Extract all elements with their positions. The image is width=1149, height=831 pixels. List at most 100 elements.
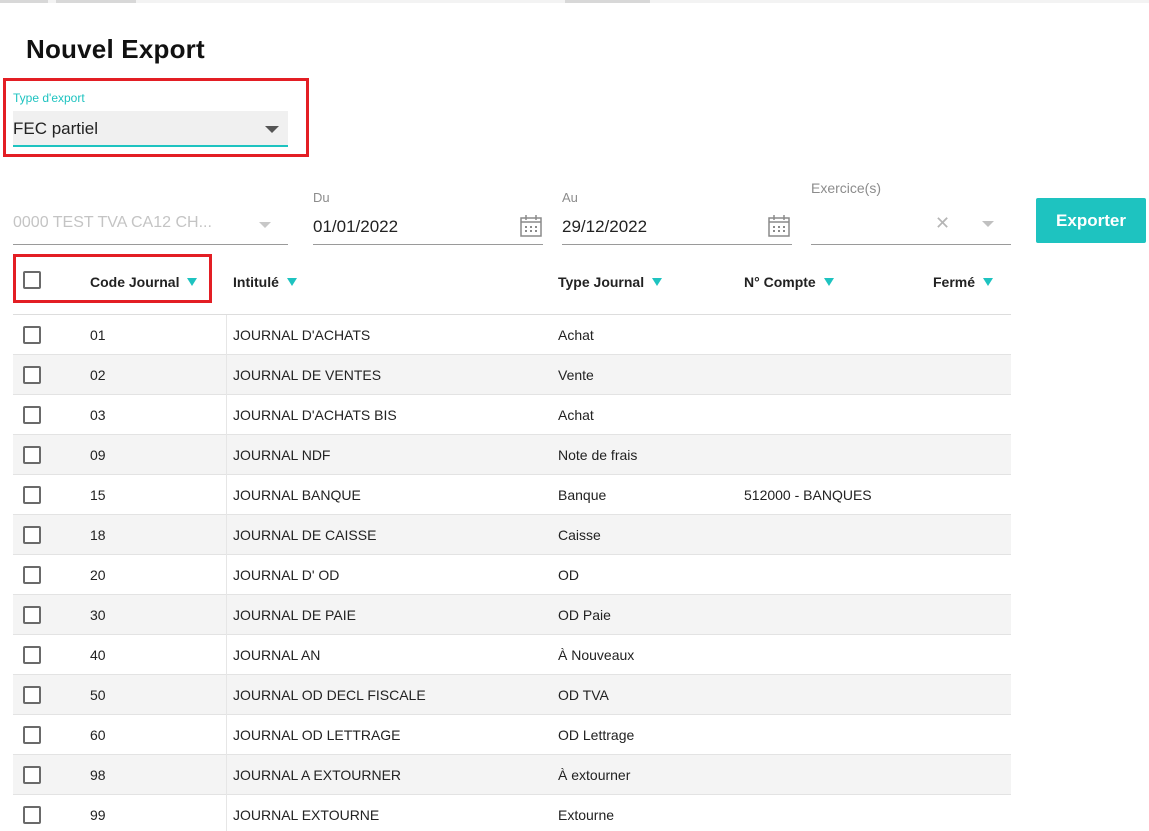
sort-down-icon[interactable] xyxy=(286,278,297,286)
cell-type-journal: Extourne xyxy=(558,807,615,823)
sort-down-icon[interactable] xyxy=(652,278,663,286)
cell-intitule: JOURNAL DE CAISSE xyxy=(233,527,377,543)
row-checkbox[interactable] xyxy=(23,606,41,624)
column-header-numero-compte[interactable]: N° Compte xyxy=(744,274,834,290)
cell-numero-compte: 512000 - BANQUES xyxy=(744,487,872,503)
column-header-label: Type Journal xyxy=(558,274,645,290)
table-row[interactable]: 98 JOURNAL A EXTOURNER À extourner xyxy=(13,755,1011,795)
column-divider xyxy=(226,795,227,831)
cell-code-journal: 20 xyxy=(90,567,106,583)
export-type-value: FEC partiel xyxy=(13,119,99,138)
column-divider xyxy=(226,635,227,675)
calendar-icon[interactable] xyxy=(767,214,791,238)
date-from-field[interactable]: Du 01/01/2022 xyxy=(313,188,543,245)
cell-type-journal: OD Lettrage xyxy=(558,727,635,743)
cell-intitule: JOURNAL OD LETTRAGE xyxy=(233,727,401,743)
export-button[interactable]: Exporter xyxy=(1036,198,1146,243)
chevron-down-icon[interactable] xyxy=(982,221,994,227)
cell-intitule: JOURNAL NDF xyxy=(233,447,331,463)
table-row[interactable]: 20 JOURNAL D' OD OD xyxy=(13,555,1011,595)
table-row[interactable]: 15 JOURNAL BANQUE Banque 512000 - BANQUES xyxy=(13,475,1011,515)
calendar-icon[interactable] xyxy=(519,214,543,238)
cell-intitule: JOURNAL DE VENTES xyxy=(233,367,382,383)
cell-code-journal: 18 xyxy=(90,527,106,543)
cell-type-journal: Banque xyxy=(558,487,607,503)
cell-code-journal: 02 xyxy=(90,367,106,383)
row-checkbox[interactable] xyxy=(23,486,41,504)
cell-intitule: JOURNAL BANQUE xyxy=(233,487,361,503)
table-row[interactable]: 02 JOURNAL DE VENTES Vente xyxy=(13,355,1011,395)
cell-type-journal: Vente xyxy=(558,367,594,383)
table-header: Code Journal Intitulé Type Journal N° Co… xyxy=(13,259,1011,315)
column-header-intitule[interactable]: Intitulé xyxy=(233,274,297,290)
row-checkbox[interactable] xyxy=(23,766,41,784)
row-checkbox[interactable] xyxy=(23,446,41,464)
date-from-label: Du xyxy=(313,190,330,205)
cell-intitule: JOURNAL D'ACHATS BIS xyxy=(233,407,397,423)
column-header-label: Code Journal xyxy=(90,274,180,290)
column-divider xyxy=(226,475,227,515)
column-divider xyxy=(226,315,227,355)
date-to-field[interactable]: Au 29/12/2022 xyxy=(562,188,792,245)
cell-code-journal: 03 xyxy=(90,407,106,423)
dossier-select[interactable]: 0000 TEST TVA CA12 CH... xyxy=(13,205,288,245)
clear-icon[interactable]: ✕ xyxy=(935,213,950,234)
cell-code-journal: 30 xyxy=(90,607,106,623)
table-row[interactable]: 03 JOURNAL D'ACHATS BIS Achat xyxy=(13,395,1011,435)
table-row[interactable]: 50 JOURNAL OD DECL FISCALE OD TVA xyxy=(13,675,1011,715)
column-divider xyxy=(226,395,227,435)
chevron-down-icon xyxy=(259,222,271,228)
column-header-label: N° Compte xyxy=(744,274,816,290)
cell-code-journal: 09 xyxy=(90,447,106,463)
cell-type-journal: À Nouveaux xyxy=(558,647,635,663)
sort-down-icon[interactable] xyxy=(823,278,834,286)
cell-code-journal: 01 xyxy=(90,327,106,343)
column-divider xyxy=(226,755,227,795)
row-checkbox[interactable] xyxy=(23,806,41,824)
page-title: Nouvel Export xyxy=(26,34,205,64)
row-checkbox[interactable] xyxy=(23,406,41,424)
table-row[interactable]: 99 JOURNAL EXTOURNE Extourne xyxy=(13,795,1011,831)
row-checkbox[interactable] xyxy=(23,726,41,744)
cell-type-journal: OD TVA xyxy=(558,687,609,703)
sort-down-icon[interactable] xyxy=(187,278,198,286)
column-divider xyxy=(226,675,227,715)
cell-type-journal: Achat xyxy=(558,327,594,343)
top-tab-bar xyxy=(0,0,1149,3)
chevron-down-icon xyxy=(265,126,279,133)
column-divider xyxy=(226,715,227,755)
row-checkbox[interactable] xyxy=(23,686,41,704)
row-checkbox[interactable] xyxy=(23,366,41,384)
journal-table: Code Journal Intitulé Type Journal N° Co… xyxy=(13,259,1011,831)
table-row[interactable]: 30 JOURNAL DE PAIE OD Paie xyxy=(13,595,1011,635)
column-header-label: Fermé xyxy=(933,274,976,290)
cell-type-journal: OD Paie xyxy=(558,607,611,623)
sort-down-icon[interactable] xyxy=(983,278,994,286)
column-header-ferme[interactable]: Fermé xyxy=(933,274,994,290)
table-body: 01 JOURNAL D'ACHATS Achat 02 JOURNAL DE VENT… xyxy=(13,315,1011,831)
date-to-label: Au xyxy=(562,190,578,205)
export-type-select[interactable]: Type d'export FEC partiel xyxy=(13,91,288,148)
row-checkbox[interactable] xyxy=(23,646,41,664)
table-row[interactable]: 40 JOURNAL AN À Nouveaux xyxy=(13,635,1011,675)
column-header-code-journal[interactable]: Code Journal xyxy=(90,274,198,290)
cell-code-journal: 60 xyxy=(90,727,106,743)
select-all-checkbox[interactable] xyxy=(23,271,41,289)
table-row[interactable]: 18 JOURNAL DE CAISSE Caisse xyxy=(13,515,1011,555)
table-row[interactable]: 09 JOURNAL NDF Note de frais xyxy=(13,435,1011,475)
column-divider xyxy=(226,515,227,555)
exercises-label: Exercice(s) xyxy=(811,180,882,196)
cell-code-journal: 15 xyxy=(90,487,106,503)
column-header-type-journal[interactable]: Type Journal xyxy=(558,274,663,290)
exercises-select[interactable]: Exercice(s) ✕ xyxy=(811,178,1011,245)
cell-type-journal: Caisse xyxy=(558,527,601,543)
row-checkbox[interactable] xyxy=(23,326,41,344)
table-row[interactable]: 60 JOURNAL OD LETTRAGE OD Lettrage xyxy=(13,715,1011,755)
cell-type-journal: OD xyxy=(558,567,579,583)
cell-code-journal: 98 xyxy=(90,767,106,783)
table-row[interactable]: 01 JOURNAL D'ACHATS Achat xyxy=(13,315,1011,355)
row-checkbox[interactable] xyxy=(23,526,41,544)
row-checkbox[interactable] xyxy=(23,566,41,584)
cell-type-journal: Note de frais xyxy=(558,447,638,463)
cell-intitule: JOURNAL D' OD xyxy=(233,567,340,583)
